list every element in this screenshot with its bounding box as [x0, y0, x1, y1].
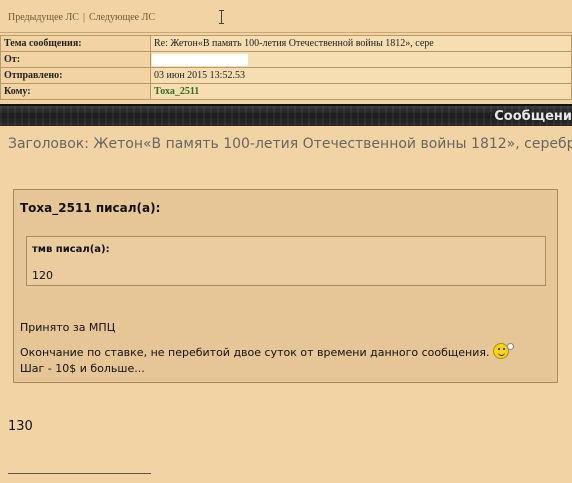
to-value[interactable]: Тоха_2511 — [150, 83, 572, 100]
sent-row: Отправлено: 03 июн 2015 13:52.53 — [0, 67, 572, 84]
sent-value: 03 июн 2015 13:52.53 — [150, 67, 572, 84]
inner-quote-text: 120 — [32, 269, 53, 282]
message-subject-line: Заголовок: Жетон«В память 100-летия Отеч… — [8, 136, 572, 152]
reply-value: 130 — [8, 419, 33, 434]
nav-separator: | — [82, 12, 85, 23]
from-row: От: — [0, 51, 572, 68]
subject-value: Re: Жетон«В память 100-летия Отечественн… — [150, 35, 572, 52]
inner-quote-author: тмв писал(а): — [32, 244, 110, 255]
to-label: Кому: — [0, 83, 151, 100]
subject-row: Тема сообщения: Re: Жетон«В память 100-л… — [0, 35, 572, 52]
prev-pm-link[interactable]: Предыдущее ЛС — [8, 12, 79, 23]
subject-label: Тема сообщения: — [0, 35, 151, 52]
redacted-sender — [152, 53, 248, 66]
sent-label: Отправлено: — [0, 67, 151, 84]
inner-quote-block: тмв писал(а): 120 — [26, 236, 546, 286]
quote-line-step: Шаг - 10$ и больше... — [20, 362, 145, 375]
to-row: Кому: Тоха_2511 — [0, 83, 572, 100]
quote-line-ending-wrap: Окончание по ставке, не перебитой двое с… — [20, 343, 515, 361]
messages-title-bar: Сообщени — [0, 104, 572, 126]
outer-quote-block: Тоха_2511 писал(а): тмв писал(а): 120 Пр… — [13, 189, 558, 383]
recipient-link[interactable]: Тоха_2511 — [154, 86, 199, 97]
text-cursor-icon — [219, 10, 224, 24]
next-pm-link[interactable]: Следующее ЛС — [89, 12, 155, 23]
signature-divider — [8, 473, 151, 474]
outer-quote-author: Тоха_2511 писал(а): — [20, 201, 161, 215]
bar-texture — [0, 106, 572, 126]
messages-title: Сообщени — [494, 109, 572, 124]
flower-icon — [507, 343, 515, 350]
from-label: От: — [0, 51, 151, 68]
from-value — [150, 51, 572, 68]
quote-line-ending: Окончание по ставке, не перебитой двое с… — [20, 346, 490, 359]
message-header-table: Тема сообщения: Re: Жетон«В память 100-л… — [0, 35, 572, 100]
pm-navigation: Предыдущее ЛС | Следующее ЛС — [0, 0, 572, 33]
quote-line-accepted: Принято за МПЦ — [20, 321, 116, 334]
